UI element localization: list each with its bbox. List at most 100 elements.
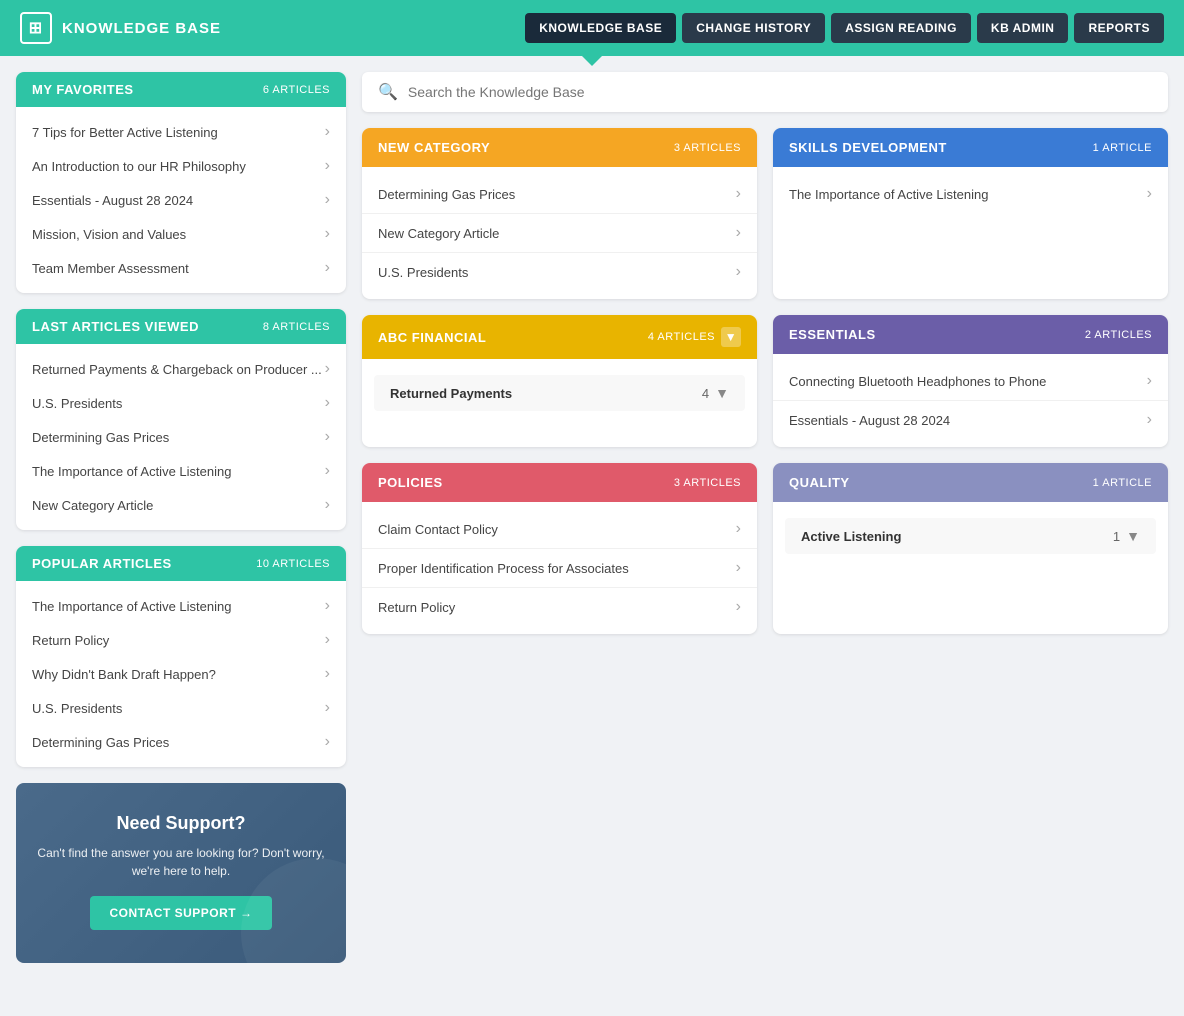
list-item[interactable]: Determining Gas Prices ›: [362, 175, 757, 214]
abc-financial-card: ABC FINANCIAL 4 ARTICLES ▼ Returned Paym…: [362, 315, 757, 447]
list-item[interactable]: Why Didn't Bank Draft Happen? ›: [16, 657, 346, 691]
list-item[interactable]: Team Member Assessment ›: [16, 251, 346, 285]
last-viewed-header: LAST ARTICLES VIEWED 8 ARTICLES: [16, 309, 346, 344]
quality-count: 1 ARTICLE: [1093, 477, 1152, 489]
favorites-title: MY FAVORITES: [32, 82, 134, 97]
list-item[interactable]: Connecting Bluetooth Headphones to Phone…: [773, 362, 1168, 401]
popular-title: POPULAR ARTICLES: [32, 556, 172, 571]
quality-header: QUALITY 1 ARTICLE: [773, 463, 1168, 502]
favorites-header: MY FAVORITES 6 ARTICLES: [16, 72, 346, 107]
essentials-body: Connecting Bluetooth Headphones to Phone…: [773, 354, 1168, 447]
list-item[interactable]: Proper Identification Process for Associ…: [362, 549, 757, 588]
popular-card: POPULAR ARTICLES 10 ARTICLES The Importa…: [16, 546, 346, 767]
logo-icon: ⊞: [20, 12, 52, 44]
content-grid: NEW CATEGORY 3 ARTICLES Determining Gas …: [362, 128, 1168, 634]
list-item[interactable]: Return Policy ›: [362, 588, 757, 626]
list-item[interactable]: U.S. Presidents ›: [16, 691, 346, 725]
quality-subcat-count: 1 ▼: [1113, 528, 1140, 544]
sidebar: MY FAVORITES 6 ARTICLES 7 Tips for Bette…: [16, 72, 346, 963]
arrow-icon: ›: [325, 428, 330, 446]
policies-body: Claim Contact Policy › Proper Identifica…: [362, 502, 757, 634]
new-category-body: Determining Gas Prices › New Category Ar…: [362, 167, 757, 299]
list-item[interactable]: Claim Contact Policy ›: [362, 510, 757, 549]
expand-icon[interactable]: ▼: [721, 327, 741, 347]
list-item[interactable]: The Importance of Active Listening ›: [16, 589, 346, 623]
list-item[interactable]: Determining Gas Prices ›: [16, 725, 346, 759]
arrow-icon: ›: [325, 157, 330, 175]
new-category-count: 3 ARTICLES: [674, 142, 741, 154]
last-viewed-card: LAST ARTICLES VIEWED 8 ARTICLES Returned…: [16, 309, 346, 530]
expand-quality-icon[interactable]: ▼: [1126, 528, 1140, 544]
quality-card: QUALITY 1 ARTICLE Active Listening 1 ▼: [773, 463, 1168, 634]
arrow-icon: ›: [736, 559, 741, 577]
list-item[interactable]: Essentials - August 28 2024 ›: [773, 401, 1168, 439]
arrow-icon: ›: [325, 597, 330, 615]
favorites-count: 6 ARTICLES: [263, 84, 330, 96]
last-viewed-title: LAST ARTICLES VIEWED: [32, 319, 199, 334]
support-card: Need Support? Can't find the answer you …: [16, 783, 346, 963]
skills-count: 1 ARTICLE: [1093, 142, 1152, 154]
support-title: Need Support?: [36, 813, 326, 834]
popular-body: The Importance of Active Listening › Ret…: [16, 581, 346, 767]
search-input[interactable]: [408, 84, 1152, 100]
arrow-icon: ›: [736, 263, 741, 281]
nav-kb-admin[interactable]: KB ADMIN: [977, 13, 1069, 43]
list-item[interactable]: Returned Payments & Chargeback on Produc…: [16, 352, 346, 386]
subcategory-item[interactable]: Returned Payments 4 ▼: [374, 375, 745, 411]
quality-item[interactable]: Active Listening 1 ▼: [785, 518, 1156, 554]
arrow-icon: ›: [325, 191, 330, 209]
logo-text: KNOWLEDGE BASE: [62, 20, 221, 37]
list-item[interactable]: 7 Tips for Better Active Listening ›: [16, 115, 346, 149]
abc-financial-header: ABC FINANCIAL 4 ARTICLES ▼: [362, 315, 757, 359]
quality-title: QUALITY: [789, 475, 850, 490]
arrow-icon: ›: [325, 225, 330, 243]
list-item[interactable]: Return Policy ›: [16, 623, 346, 657]
list-item[interactable]: The Importance of Active Listening ›: [16, 454, 346, 488]
list-item[interactable]: U.S. Presidents ›: [16, 386, 346, 420]
favorites-card: MY FAVORITES 6 ARTICLES 7 Tips for Bette…: [16, 72, 346, 293]
policies-card: POLICIES 3 ARTICLES Claim Contact Policy…: [362, 463, 757, 634]
arrow-icon: ›: [325, 631, 330, 649]
policies-title: POLICIES: [378, 475, 443, 490]
list-item[interactable]: An Introduction to our HR Philosophy ›: [16, 149, 346, 183]
skills-title: SKILLS DEVELOPMENT: [789, 140, 947, 155]
arrow-icon: ›: [325, 496, 330, 514]
contact-support-button[interactable]: CONTACT SUPPORT →: [90, 896, 273, 930]
arrow-icon: ›: [1147, 185, 1152, 203]
new-category-title: NEW CATEGORY: [378, 140, 490, 155]
arrow-icon: ›: [736, 185, 741, 203]
skills-body: The Importance of Active Listening ›: [773, 167, 1168, 221]
essentials-card: ESSENTIALS 2 ARTICLES Connecting Bluetoo…: [773, 315, 1168, 447]
list-item[interactable]: The Importance of Active Listening ›: [773, 175, 1168, 213]
nav-reports[interactable]: REPORTS: [1074, 13, 1164, 43]
nav-change-history[interactable]: CHANGE HISTORY: [682, 13, 825, 43]
arrow-icon: ›: [325, 259, 330, 277]
abc-financial-count: 4 ARTICLES ▼: [648, 327, 741, 347]
list-item[interactable]: Essentials - August 28 2024 ›: [16, 183, 346, 217]
list-item[interactable]: New Category Article ›: [362, 214, 757, 253]
quality-body: Active Listening 1 ▼: [773, 502, 1168, 570]
arrow-icon: ›: [736, 520, 741, 538]
list-item[interactable]: Determining Gas Prices ›: [16, 420, 346, 454]
popular-count: 10 ARTICLES: [256, 558, 330, 570]
policies-count: 3 ARTICLES: [674, 477, 741, 489]
header-dropdown-arrow: [582, 56, 602, 66]
list-item[interactable]: Mission, Vision and Values ›: [16, 217, 346, 251]
nav-knowledge-base[interactable]: KNOWLEDGE BASE: [525, 13, 676, 43]
arrow-icon: ›: [736, 598, 741, 616]
search-icon: 🔍: [378, 82, 398, 102]
nav-assign-reading[interactable]: ASSIGN READING: [831, 13, 971, 43]
expand-subcat-icon[interactable]: ▼: [715, 385, 729, 401]
new-category-card: NEW CATEGORY 3 ARTICLES Determining Gas …: [362, 128, 757, 299]
arrow-icon: ›: [736, 224, 741, 242]
search-bar: 🔍: [362, 72, 1168, 112]
list-item[interactable]: U.S. Presidents ›: [362, 253, 757, 291]
last-viewed-body: Returned Payments & Chargeback on Produc…: [16, 344, 346, 530]
arrow-icon: ›: [1147, 372, 1152, 390]
arrow-icon: ›: [325, 699, 330, 717]
arrow-icon: ›: [1147, 411, 1152, 429]
list-item[interactable]: New Category Article ›: [16, 488, 346, 522]
arrow-icon: ›: [325, 360, 330, 378]
support-text: Can't find the answer you are looking fo…: [36, 844, 326, 880]
subcat-count: 4 ▼: [702, 385, 729, 401]
